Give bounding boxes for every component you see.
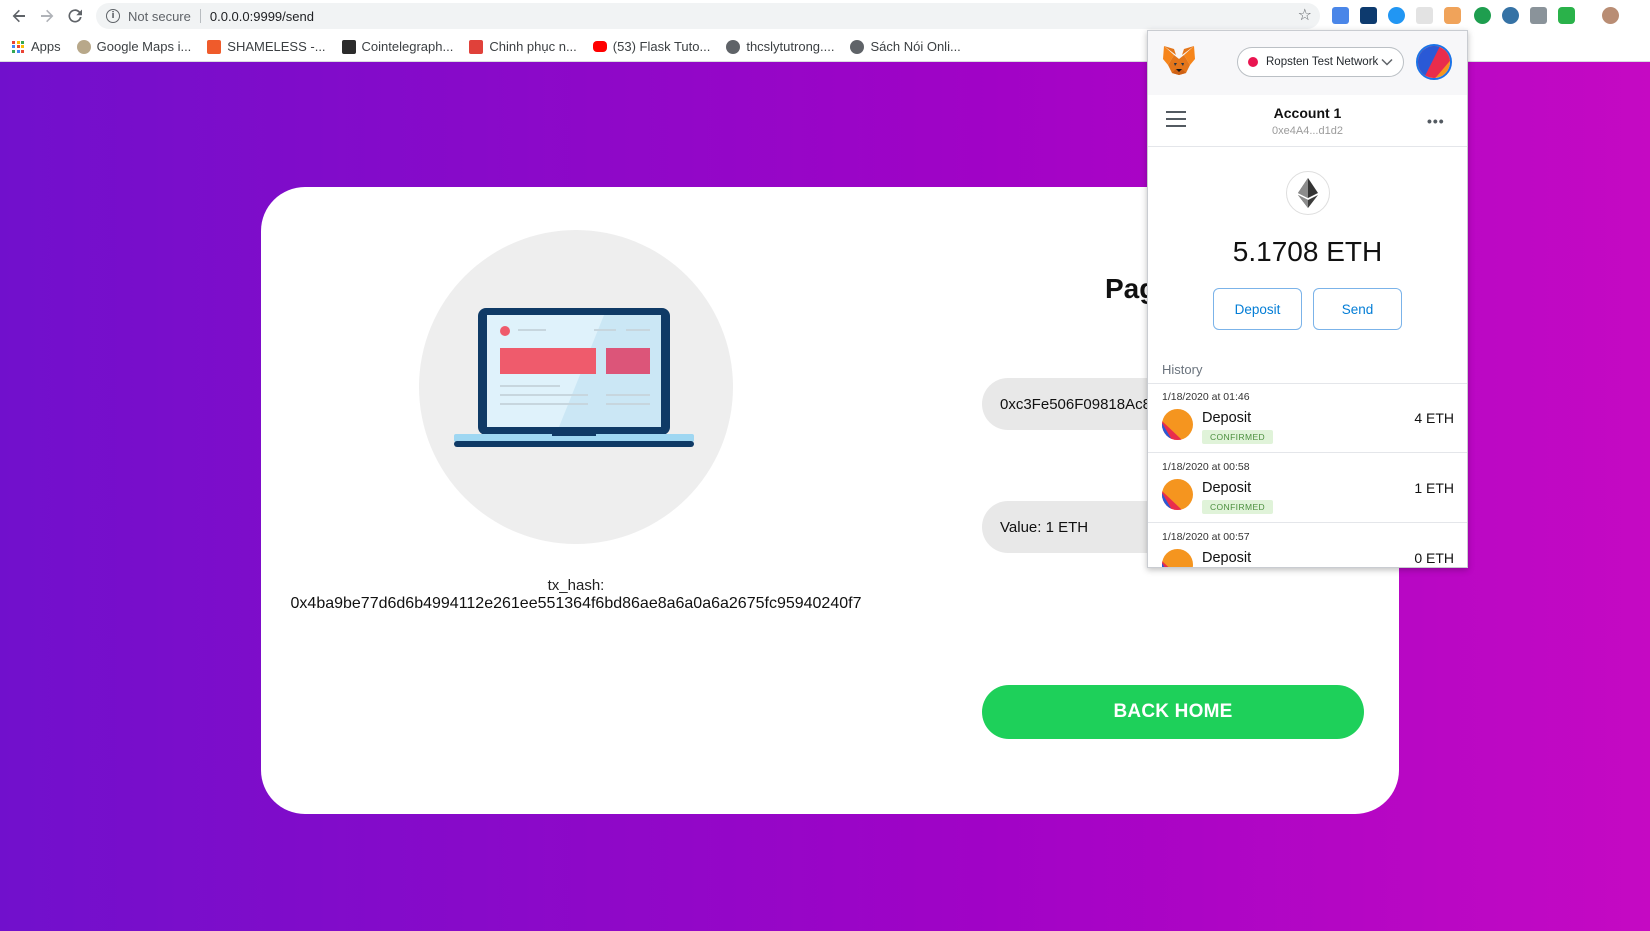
bookmark-label: Apps bbox=[31, 39, 61, 54]
drop-icon[interactable] bbox=[1388, 7, 1405, 24]
profile-avatar-icon[interactable] bbox=[1602, 7, 1619, 24]
bookmark-cointelegraph[interactable]: Cointelegraph... bbox=[341, 39, 454, 54]
history-label: History bbox=[1162, 362, 1203, 377]
laptop-icon bbox=[454, 308, 694, 447]
forward-button[interactable] bbox=[36, 5, 58, 27]
tx-amount: 1 ETH bbox=[1414, 480, 1454, 496]
send-button[interactable]: Send bbox=[1313, 288, 1402, 330]
google-maps-icon bbox=[76, 39, 91, 54]
separator bbox=[199, 9, 201, 23]
star-icon[interactable]: ☆ bbox=[1298, 7, 1312, 25]
laptop-illustration bbox=[419, 230, 733, 544]
tx-hash-label: tx_hash: bbox=[547, 577, 605, 594]
tx-amount: 4 ETH bbox=[1414, 410, 1454, 426]
info-icon[interactable]: i bbox=[106, 9, 120, 23]
shield-icon[interactable] bbox=[1558, 7, 1575, 24]
screenshot-icon[interactable] bbox=[1416, 7, 1433, 24]
arrow-right-icon bbox=[41, 9, 54, 23]
arrow-left-icon bbox=[12, 9, 25, 23]
bookmark-thcslytutrong[interactable]: thcslytutrong.... bbox=[726, 39, 834, 54]
security-label: Not secure bbox=[128, 8, 191, 24]
tx-identicon bbox=[1162, 479, 1193, 510]
sync-icon[interactable] bbox=[1474, 7, 1491, 24]
reload-icon bbox=[68, 9, 82, 23]
tx-status-badge: CONFIRMED bbox=[1202, 500, 1274, 514]
account-avatar[interactable] bbox=[1416, 44, 1452, 80]
tx-type: Deposit bbox=[1202, 550, 1252, 566]
bookmark-label: Sách Nói Onli... bbox=[870, 39, 961, 54]
browser-toolbar: i Not secure 0.0.0.0:9999/send ☆ bbox=[0, 0, 1650, 32]
bookmark-flask-tutorial[interactable]: (53) Flask Tuto... bbox=[592, 39, 711, 54]
bookmark-label: (53) Flask Tuto... bbox=[612, 39, 711, 54]
jira-icon[interactable] bbox=[1360, 7, 1377, 24]
ethereum-logo bbox=[1286, 171, 1330, 215]
eth-balance: 5.1708 ETH bbox=[1232, 236, 1383, 267]
back-home-button[interactable]: BACK HOME bbox=[982, 685, 1364, 739]
transaction-row[interactable]: 1/18/2020 at 01:46 Deposit CONFIRMED 4 E… bbox=[1148, 384, 1467, 453]
translate-icon[interactable] bbox=[1332, 7, 1349, 24]
account-address[interactable]: 0xe4A4...d1d2 bbox=[1148, 125, 1467, 137]
bookmark-label: SHAMELESS -... bbox=[227, 39, 326, 54]
bookmark-chinh-phuc[interactable]: Chinh phục n... bbox=[469, 39, 577, 54]
pdf-icon bbox=[469, 39, 484, 54]
metamask-popup: Ropsten Test Network Account 1 0xe4A4...… bbox=[1147, 30, 1468, 568]
back-button[interactable] bbox=[8, 5, 30, 27]
bookmark-shameless[interactable]: SHAMELESS -... bbox=[207, 39, 326, 54]
tx-identicon bbox=[1162, 409, 1193, 440]
bookmark-label: Cointelegraph... bbox=[361, 39, 454, 54]
globe-icon bbox=[850, 39, 865, 54]
youtube-icon bbox=[592, 41, 607, 52]
network-label: Ropsten Test Network bbox=[1266, 56, 1379, 68]
account-bar: Account 1 0xe4A4...d1d2 ••• bbox=[1148, 95, 1467, 147]
chevron-down-icon bbox=[1381, 58, 1393, 66]
bookmark-google-maps[interactable]: Google Maps i... bbox=[76, 39, 192, 54]
transaction-row[interactable]: 1/18/2020 at 00:57 Deposit 0 ETH bbox=[1148, 524, 1467, 567]
reload-button[interactable] bbox=[64, 5, 86, 27]
transaction-row[interactable]: 1/18/2020 at 00:58 Deposit CONFIRMED 1 E… bbox=[1148, 454, 1467, 523]
apps-grid-icon bbox=[12, 40, 24, 53]
cointelegraph-icon bbox=[341, 39, 356, 54]
more-options-icon[interactable]: ••• bbox=[1427, 113, 1445, 129]
deposit-button[interactable]: Deposit bbox=[1213, 288, 1302, 330]
address-bar[interactable]: i Not secure 0.0.0.0:9999/send ☆ bbox=[96, 3, 1320, 29]
bookmark-sach-noi[interactable]: Sách Nói Onli... bbox=[850, 39, 961, 54]
identicon bbox=[1418, 46, 1450, 78]
tx-date: 1/18/2020 at 01:46 bbox=[1162, 391, 1250, 403]
metamask-header: Ropsten Test Network bbox=[1148, 31, 1467, 95]
bookmark-label: Google Maps i... bbox=[96, 39, 192, 54]
ethereum-icon bbox=[1298, 178, 1318, 208]
shameless-icon bbox=[207, 39, 222, 54]
metamask-icon[interactable] bbox=[1444, 7, 1461, 24]
python-icon[interactable] bbox=[1502, 7, 1519, 24]
bookmark-apps[interactable]: Apps bbox=[12, 39, 61, 54]
tx-date: 1/18/2020 at 00:57 bbox=[1162, 531, 1250, 543]
network-selector[interactable]: Ropsten Test Network bbox=[1237, 47, 1404, 77]
url-text: 0.0.0.0:9999/send bbox=[209, 8, 314, 24]
network-status-dot bbox=[1248, 57, 1258, 67]
account-name[interactable]: Account 1 bbox=[1148, 105, 1467, 121]
globe-icon bbox=[726, 39, 741, 54]
bookmark-label: thcslytutrong.... bbox=[746, 39, 835, 54]
tx-identicon bbox=[1162, 549, 1193, 567]
tx-type: Deposit bbox=[1202, 480, 1252, 496]
tx-status-badge: CONFIRMED bbox=[1202, 430, 1274, 444]
bookmark-label: Chinh phục n... bbox=[489, 39, 577, 54]
tx-amount: 0 ETH bbox=[1414, 550, 1454, 566]
tx-hash-value: 0x4ba9be77d6d6b4994112e261ee551364f6bd86… bbox=[290, 595, 862, 612]
metamask-fox-icon bbox=[1163, 46, 1195, 75]
tx-date: 1/18/2020 at 00:58 bbox=[1162, 461, 1250, 473]
vue-icon[interactable] bbox=[1530, 7, 1547, 24]
tx-type: Deposit bbox=[1202, 410, 1252, 426]
